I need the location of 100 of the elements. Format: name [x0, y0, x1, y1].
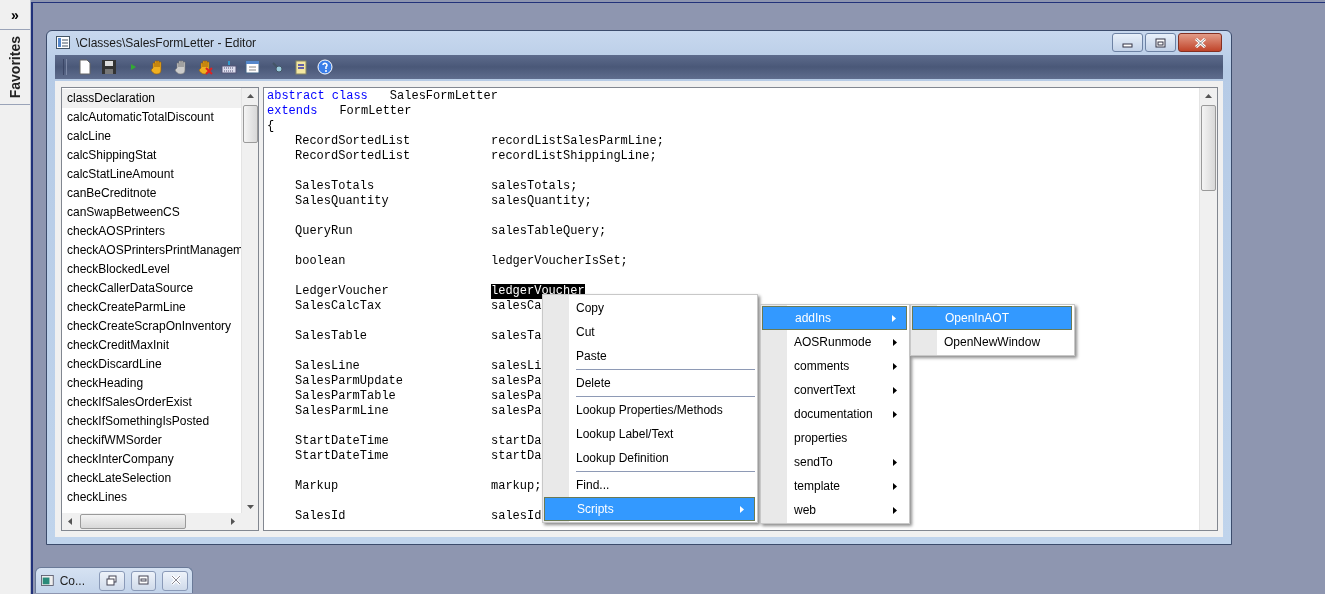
scrollbar[interactable] [241, 88, 258, 513]
restore-button[interactable] [99, 570, 125, 591]
hand-icon[interactable] [149, 59, 165, 75]
method-item[interactable]: checkInterCompany [62, 450, 241, 469]
method-item[interactable]: canBeCreditnote [62, 184, 241, 203]
code-text: salesLi [491, 359, 542, 374]
method-item[interactable]: checkLines [62, 488, 241, 507]
code-text: SalesFormLetter [389, 89, 498, 104]
menu-item[interactable]: Delete [544, 371, 755, 395]
submenu-arrow-icon [893, 458, 897, 466]
code-text: startDa [491, 434, 542, 449]
method-item[interactable]: checkIfSomethingIsPosted [62, 412, 241, 431]
method-item[interactable]: checkifWMSorder [62, 431, 241, 450]
code-text: startDa [491, 449, 542, 464]
method-item[interactable]: checkCreateParmLine [62, 298, 241, 317]
code-text: SalesParmTable [295, 389, 397, 404]
method-item[interactable]: checkBlockedLevel [62, 260, 241, 279]
maximize-icon [138, 575, 149, 586]
menu-item[interactable]: Find... [544, 473, 755, 497]
maximize-button[interactable] [130, 570, 157, 591]
method-item[interactable]: classDeclaration [62, 89, 241, 108]
submenu-arrow-icon [893, 506, 897, 514]
code-text: salesId [491, 509, 542, 524]
menu-item[interactable]: convertText [762, 378, 907, 402]
menu-item[interactable]: Cut [544, 320, 755, 344]
code-text: SalesTable [295, 329, 368, 344]
code-text: ledgerVoucherIsSet; [491, 254, 628, 269]
method-item[interactable]: calcAutomaticTotalDiscount [62, 108, 241, 127]
menu-item[interactable]: Paste [544, 344, 755, 368]
code-text: SalesCalcTax [295, 299, 383, 314]
method-item[interactable]: canSwapBetweenCS [62, 203, 241, 222]
code-text: SalesId [295, 509, 347, 524]
method-item[interactable]: calcShippingStat [62, 146, 241, 165]
hand-cross-icon[interactable] [197, 59, 213, 75]
code-text: FormLetter [339, 104, 412, 119]
scroll-thumb[interactable] [1201, 105, 1216, 191]
menu-item[interactable]: sendTo [762, 450, 907, 474]
menu-item[interactable]: Lookup Properties/Methods [544, 398, 755, 422]
keyboard-icon[interactable] [221, 59, 237, 75]
magnifier-icon[interactable] [269, 59, 285, 75]
code-text: StartDateTime [295, 449, 390, 464]
submenu-arrow-icon [893, 482, 897, 490]
code-text: RecordSortedList [295, 149, 412, 164]
scroll-left-icon [68, 518, 72, 525]
document-icon[interactable] [293, 59, 309, 75]
menu-item[interactable]: documentation [762, 402, 907, 426]
menu-item[interactable]: properties [762, 426, 907, 450]
code-text: salesQuantity; [491, 194, 592, 209]
close-button[interactable] [162, 570, 188, 591]
menu-item[interactable]: template [762, 474, 907, 498]
method-item[interactable]: checkDiscardLine [62, 355, 241, 374]
code-text: { [267, 119, 275, 134]
submenu-arrow-icon [893, 338, 897, 346]
window-icon[interactable] [245, 59, 261, 75]
close-button[interactable] [1178, 33, 1222, 52]
minimize-button[interactable] [1112, 33, 1143, 52]
scroll-thumb[interactable] [242, 105, 258, 143]
submenu-arrow-icon [893, 362, 897, 370]
save-icon[interactable] [101, 59, 117, 75]
code-text: SalesQuantity [295, 194, 390, 209]
scroll-right-icon [231, 518, 235, 525]
menu-item[interactable]: Lookup Definition [544, 446, 755, 470]
menu-item[interactable]: comments [762, 354, 907, 378]
code-text: SalesParmLine [295, 404, 390, 419]
scrollbar[interactable] [1199, 88, 1217, 530]
code-text: RecordSortedList [295, 134, 412, 149]
code-text: Markup [295, 479, 340, 494]
code-text: LedgerVoucher [295, 284, 390, 299]
menu-item[interactable]: AOSRunmode [762, 330, 907, 354]
new-document-icon[interactable] [77, 59, 93, 75]
method-item[interactable]: checkCreateScrapOnInventory [62, 317, 241, 336]
help-icon[interactable] [317, 59, 333, 75]
code-text: salesTotals; [491, 179, 578, 194]
hand-icon[interactable] [173, 59, 189, 75]
code-text: salesPa [491, 374, 542, 389]
submenu-arrow-icon [892, 314, 896, 322]
scroll-thumb[interactable] [80, 514, 186, 529]
close-icon [1193, 37, 1207, 48]
method-item[interactable]: calcLine [62, 127, 241, 146]
menu-item[interactable]: Lookup Label/Text [544, 422, 755, 446]
method-item[interactable]: checkAOSPrinters [62, 222, 241, 241]
code-text: SalesLine [295, 359, 361, 374]
favorites-tab[interactable]: Favorites [7, 36, 23, 99]
maximize-icon [1155, 37, 1166, 48]
method-item[interactable]: checkCreditMaxInit [62, 336, 241, 355]
code-text: salesTableQuery; [491, 224, 607, 239]
maximize-button[interactable] [1145, 33, 1176, 52]
code-text: salesTa [491, 329, 542, 344]
code-text: recordListShippingLine; [491, 149, 657, 164]
menu-item[interactable]: Copy [544, 296, 755, 320]
method-item[interactable]: checkCallerDataSource [62, 279, 241, 298]
expand-button[interactable]: » [0, 0, 30, 30]
method-item[interactable]: checkHeading [62, 374, 241, 393]
method-item[interactable]: checkIfSalesOrderExist [62, 393, 241, 412]
method-item[interactable]: calcStatLineAmount [62, 165, 241, 184]
method-item[interactable]: checkLateSelection [62, 469, 241, 488]
menu-item[interactable]: OpenNewWindow [912, 330, 1072, 354]
code-text: StartDateTime [295, 434, 390, 449]
menu-item[interactable]: web [762, 498, 907, 522]
code-keyword: extends [267, 104, 318, 119]
